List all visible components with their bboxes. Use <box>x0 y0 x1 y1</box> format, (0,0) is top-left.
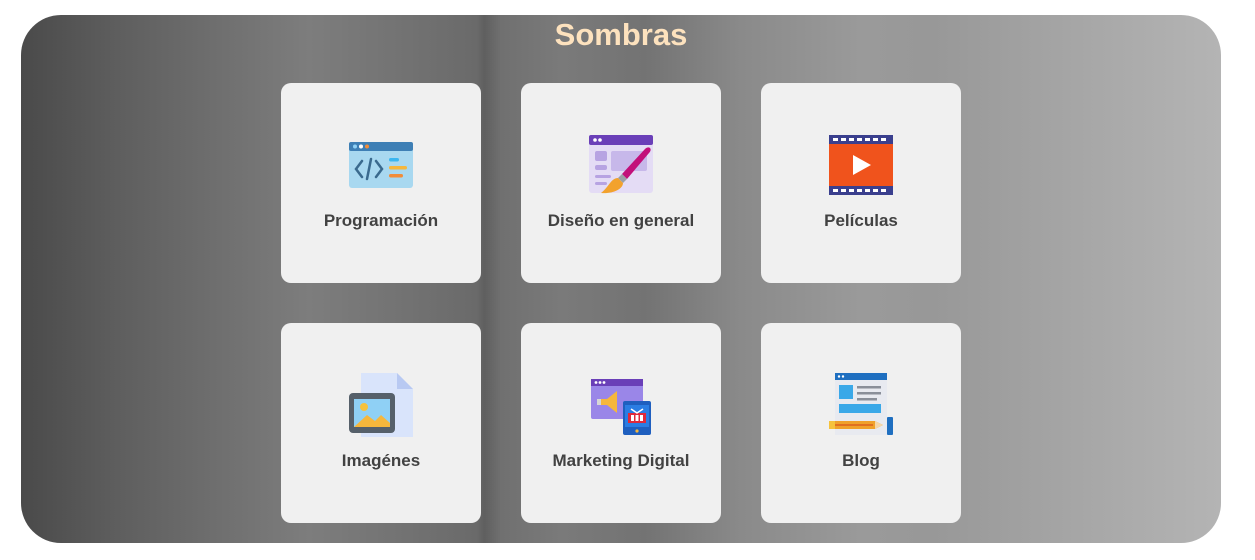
design-brush-icon <box>589 135 653 194</box>
card-label: Programación <box>323 211 439 230</box>
card-label: Marketing Digital <box>552 451 690 470</box>
card-imagenes[interactable]: Imagénes <box>281 323 481 523</box>
shadow-panel: Sombras Programación Diseño en general P… <box>21 15 1221 543</box>
code-window-icon <box>349 142 413 188</box>
card-diseno[interactable]: Diseño en general <box>521 83 721 283</box>
card-label: Imagénes <box>341 451 421 470</box>
card-peliculas[interactable]: Películas <box>761 83 961 283</box>
card-blog[interactable]: Blog <box>761 323 961 523</box>
card-label: Películas <box>824 211 898 230</box>
image-file-icon <box>349 373 413 437</box>
card-marketing[interactable]: Marketing Digital <box>521 323 721 523</box>
card-label: Blog <box>842 451 880 470</box>
film-play-icon <box>829 135 893 195</box>
card-programacion[interactable]: Programación <box>281 83 481 283</box>
page-title: Sombras <box>554 17 688 52</box>
card-label: Diseño en general <box>547 211 695 230</box>
marketing-megaphone-icon <box>591 379 651 435</box>
blog-document-icon <box>829 373 893 435</box>
